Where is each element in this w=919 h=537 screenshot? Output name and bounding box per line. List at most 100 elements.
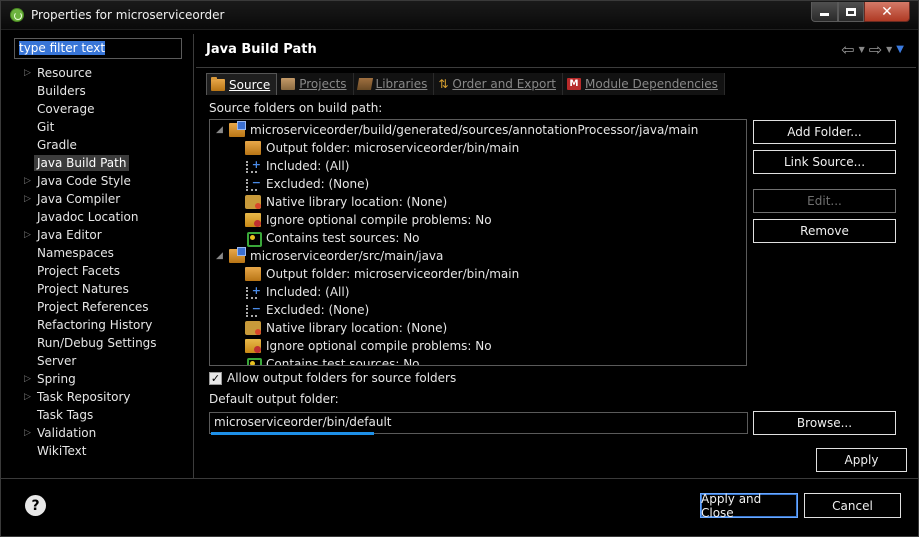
nav-item[interactable]: ▷ Task Repository xyxy=(8,388,192,406)
nav-item[interactable]: ▷ Resource xyxy=(8,64,192,82)
nav-item[interactable]: Project Natures xyxy=(8,280,192,298)
nav-item-label: Javadoc Location xyxy=(37,210,139,224)
test-sources-icon xyxy=(245,231,262,247)
nav-item[interactable]: Gradle xyxy=(8,136,192,154)
source-folders-tree[interactable]: ◢ microserviceorder/build/generated/sourc… xyxy=(209,119,747,366)
nav-item-label: WikiText xyxy=(37,444,87,458)
nav-item-label: Builders xyxy=(37,84,86,98)
close-button[interactable]: ✕ xyxy=(864,2,910,22)
source-folder-attribute[interactable]: Output folder: microserviceorder/bin/mai… xyxy=(245,139,519,157)
expand-arrow-icon[interactable]: ▷ xyxy=(24,190,31,208)
view-menu-icon[interactable]: ▼ xyxy=(896,44,904,55)
cancel-button[interactable]: Cancel xyxy=(804,493,901,518)
expand-arrow-icon[interactable]: ▷ xyxy=(24,226,31,244)
source-folder-attribute[interactable]: Output folder: microserviceorder/bin/mai… xyxy=(245,265,519,283)
help-icon[interactable]: ? xyxy=(25,495,46,516)
default-output-folder-field[interactable]: microserviceorder/bin/default xyxy=(209,412,748,434)
back-arrow-icon[interactable]: ⇦ xyxy=(841,40,854,59)
expand-arrow-icon[interactable]: ▷ xyxy=(24,370,31,388)
nav-item[interactable]: ▷ Java Editor xyxy=(8,226,192,244)
nav-item[interactable]: Coverage xyxy=(8,100,192,118)
spring-app-icon xyxy=(10,8,24,22)
nav-item-label: Project Facets xyxy=(37,264,120,278)
nav-item[interactable]: Builders xyxy=(8,82,192,100)
source-folder-attribute[interactable]: Excluded: (None) xyxy=(245,174,369,193)
source-folder-row[interactable]: ◢ microserviceorder/build/generated/sourc… xyxy=(216,121,698,139)
nav-item[interactable]: WikiText xyxy=(8,442,192,460)
maximize-button[interactable] xyxy=(838,2,864,22)
source-folder-attribute[interactable]: Contains test sources: No xyxy=(245,355,420,366)
nav-item[interactable]: Task Tags xyxy=(8,406,192,424)
nav-item-label: Project References xyxy=(37,300,149,314)
nav-item[interactable]: Namespaces xyxy=(8,244,192,262)
expand-arrow-icon[interactable]: ▷ xyxy=(24,424,31,442)
collapse-arrow-icon[interactable]: ◢ xyxy=(216,121,224,139)
page-history-nav: ⇦ ▼ ⇨ ▼ ▼ xyxy=(841,40,904,59)
property-pages-tree: ▷ Resource Builders Coverage Git Gradle Java B… xyxy=(8,64,192,460)
tab-order-and-export[interactable]: ⇅ Order and Export xyxy=(434,73,564,95)
tab-projects[interactable]: Projects xyxy=(277,73,354,95)
page-title: Java Build Path xyxy=(206,42,317,57)
attribute-text: Native library location: (None) xyxy=(266,195,448,209)
expand-arrow-icon[interactable]: ▷ xyxy=(24,172,31,190)
nav-item[interactable]: Run/Debug Settings xyxy=(8,334,192,352)
remove-button[interactable]: Remove xyxy=(753,219,896,243)
nav-item[interactable]: ▷ Spring xyxy=(8,370,192,388)
apply-button[interactable]: Apply xyxy=(816,448,907,472)
attribute-text: Contains test sources: No xyxy=(266,357,420,366)
nav-item[interactable]: Server xyxy=(8,352,192,370)
nav-item[interactable]: Java Build Path xyxy=(8,154,192,172)
nav-item-label: Task Repository xyxy=(37,390,131,404)
apply-and-close-button[interactable]: Apply and Close xyxy=(700,492,798,520)
source-folder-row[interactable]: ◢ microserviceorder/src/main/java xyxy=(216,247,443,265)
collapse-arrow-icon[interactable]: ◢ xyxy=(216,247,224,265)
nav-item-label: Git xyxy=(37,120,55,134)
nav-item[interactable]: ▷ Java Compiler xyxy=(8,190,192,208)
filter-input[interactable]: type filter text xyxy=(14,38,182,59)
back-dropdown-icon[interactable]: ▼ xyxy=(859,45,865,54)
default-output-folder-label: Default output folder: xyxy=(209,392,339,406)
tab-module-dependencies[interactable]: M Module Dependencies xyxy=(563,73,725,95)
minimize-button[interactable] xyxy=(811,2,838,22)
forward-dropdown-icon[interactable]: ▼ xyxy=(886,45,892,54)
allow-output-folders-row[interactable]: ✓ Allow output folders for source folder… xyxy=(209,371,456,385)
source-folder-attribute[interactable]: Included: (All) xyxy=(245,282,349,301)
test-sources-icon xyxy=(245,357,262,365)
native-library-icon xyxy=(245,195,261,209)
expand-arrow-icon[interactable]: ▷ xyxy=(24,388,31,406)
filter-text: type filter text xyxy=(19,41,106,55)
source-folder-attribute[interactable]: Included: (All) xyxy=(245,156,349,175)
nav-item-label: Java Editor xyxy=(37,228,102,242)
tab-libraries-label: Libraries xyxy=(375,77,428,91)
edit-button[interactable]: Edit... xyxy=(753,189,896,213)
nav-item[interactable]: Git xyxy=(8,118,192,136)
window-controls: ✕ xyxy=(811,2,910,22)
browse-button[interactable]: Browse... xyxy=(753,411,896,435)
nav-item[interactable]: Javadoc Location xyxy=(8,208,192,226)
nav-item[interactable]: Project References xyxy=(8,298,192,316)
source-folder-attribute[interactable]: Native library location: (None) xyxy=(245,319,447,337)
default-output-folder-value: microserviceorder/bin/default xyxy=(214,415,392,429)
source-folder-attribute[interactable]: Ignore optional compile problems: No xyxy=(245,337,492,355)
tab-source[interactable]: Source xyxy=(206,73,278,95)
nav-item[interactable]: ▷ Validation xyxy=(8,424,192,442)
expand-arrow-icon[interactable]: ▷ xyxy=(24,64,31,82)
nav-item[interactable]: ▷ Java Code Style xyxy=(8,172,192,190)
allow-output-folders-checkbox[interactable]: ✓ xyxy=(209,371,222,385)
tab-order-label: Order and Export xyxy=(452,77,557,91)
source-folder-attribute[interactable]: Contains test sources: No xyxy=(245,229,420,247)
source-folder-attribute[interactable]: Excluded: (None) xyxy=(245,300,369,319)
native-library-icon xyxy=(245,321,261,335)
tab-libraries[interactable]: Libraries xyxy=(353,73,435,95)
source-folder-attribute[interactable]: Ignore optional compile problems: No xyxy=(245,211,492,229)
nav-item[interactable]: Project Facets xyxy=(8,262,192,280)
nav-item[interactable]: Refactoring History xyxy=(8,316,192,334)
nav-item-label: Gradle xyxy=(37,138,77,152)
attribute-text: Ignore optional compile problems: No xyxy=(266,213,492,227)
add-folder-button[interactable]: Add Folder... xyxy=(753,120,896,144)
forward-arrow-icon[interactable]: ⇨ xyxy=(869,40,882,59)
source-folder-attribute[interactable]: Native library location: (None) xyxy=(245,193,447,211)
link-source-button[interactable]: Link Source... xyxy=(753,150,896,174)
title-bar: Properties for microserviceorder ✕ xyxy=(1,1,918,30)
nav-item-label: Namespaces xyxy=(37,246,114,260)
